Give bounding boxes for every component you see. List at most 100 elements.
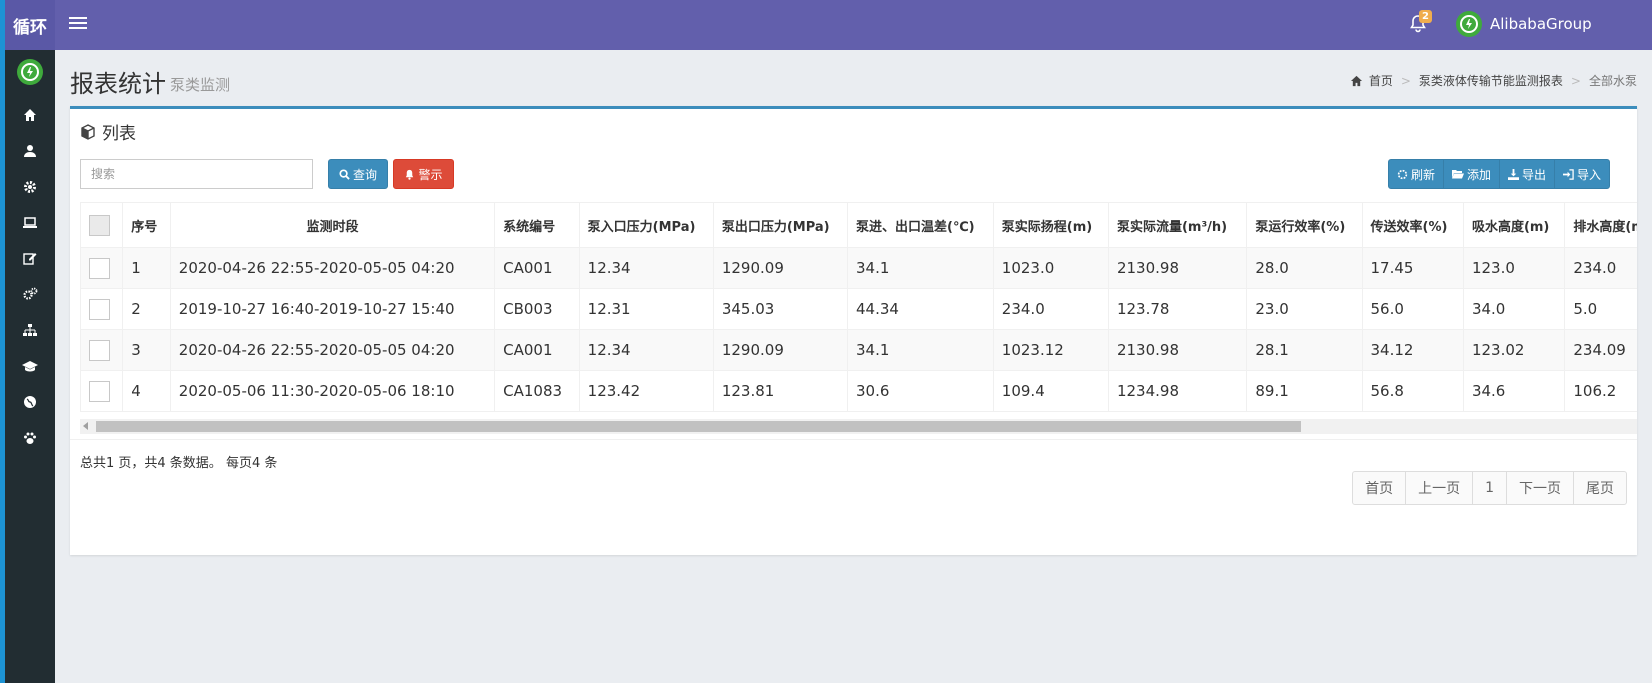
horizontal-scrollbar[interactable] [80, 419, 1637, 434]
cogs-icon[interactable] [5, 279, 55, 309]
graduation-cap-icon[interactable] [5, 351, 55, 381]
bell-icon [406, 169, 414, 180]
download-icon [1508, 168, 1520, 180]
export-button[interactable]: 导出 [1500, 160, 1556, 188]
action-button-group: 刷新 添加 导出 导入 [1388, 159, 1611, 189]
globe-icon[interactable] [5, 387, 55, 417]
table-cell: CB003 [494, 288, 580, 330]
user-name[interactable]: AlibabaGroup [1490, 15, 1592, 33]
row-checkbox[interactable] [89, 380, 110, 402]
table-cell: 28.1 [1246, 329, 1363, 371]
table-cell: 34.1 [847, 329, 994, 371]
table-cell: 23.0 [1246, 288, 1363, 330]
table-cell: 1234.98 [1107, 370, 1248, 412]
column-header[interactable]: 泵出口压力(MPa) [712, 202, 849, 248]
alarm-label: 警示 [418, 167, 443, 182]
next-page-button[interactable]: 下一页 [1507, 472, 1574, 504]
breadcrumb-report[interactable]: 泵类液体传输节能监测报表 [1419, 72, 1563, 89]
cube-icon [81, 123, 95, 140]
column-header[interactable]: 系统编号 [494, 202, 580, 248]
table-cell: 106.2 [1564, 370, 1637, 412]
table-cell: 1023.12 [992, 329, 1109, 371]
table-cell: 34.1 [847, 247, 994, 289]
table-cell: 89.1 [1246, 370, 1363, 412]
table-cell: CA001 [494, 329, 580, 371]
table-cell: 2019-10-27 16:40-2019-10-27 15:40 [169, 288, 496, 330]
add-button[interactable]: 添加 [1444, 160, 1501, 188]
pagination: 首页 上一页 1 下一页 尾页 [1352, 471, 1627, 505]
column-header[interactable]: 监测时段 [169, 202, 496, 248]
table-cell: 5.0 [1564, 288, 1637, 330]
edit-icon[interactable] [5, 243, 55, 273]
column-header[interactable]: 序号 [122, 202, 171, 248]
column-header[interactable]: 吸水高度(m) [1462, 202, 1566, 248]
query-button[interactable]: 查询 [328, 159, 388, 189]
column-header[interactable]: 泵进、出口温差(℃) [847, 202, 994, 248]
table-cell: 34.0 [1462, 288, 1566, 330]
last-page-button[interactable]: 尾页 [1574, 472, 1626, 504]
table-row[interactable]: 4 2020-05-06 11:30-2020-05-06 18:10 CA10… [80, 370, 1637, 412]
table-cell: 2130.98 [1107, 247, 1248, 289]
column-header[interactable]: 泵实际扬程(m) [992, 202, 1109, 248]
column-header[interactable]: 传送效率(%) [1361, 202, 1464, 248]
refresh-label: 刷新 [1411, 167, 1436, 182]
row-checkbox[interactable] [89, 257, 110, 279]
breadcrumb: 首页 > 泵类液体传输节能监测报表 > 全部水泵 [1350, 72, 1637, 89]
scrollbar-thumb[interactable] [96, 421, 1301, 432]
table-cell: 2020-04-26 22:55-2020-05-05 04:20 [169, 329, 496, 371]
table-cell: 2130.98 [1107, 329, 1248, 371]
alarm-button[interactable]: 警示 [393, 159, 454, 189]
table-cell: 123.0 [1462, 247, 1566, 289]
import-label: 导入 [1577, 167, 1602, 182]
table-row[interactable]: 2 2019-10-27 16:40-2019-10-27 15:40 CB00… [80, 288, 1637, 330]
menu-toggle-button[interactable] [69, 14, 87, 34]
brand-logo[interactable]: 循环 [5, 0, 55, 50]
add-label: 添加 [1467, 167, 1492, 182]
search-icon [339, 168, 350, 180]
column-header[interactable]: 泵入口压力(MPa) [578, 202, 714, 248]
table-cell: 1290.09 [712, 329, 849, 371]
first-page-button[interactable]: 首页 [1353, 472, 1407, 504]
scroll-left-arrow-icon[interactable] [83, 422, 88, 430]
pagination-summary: 总共1 页，共4 条数据。 每页4 条 [80, 456, 278, 471]
laptop-icon[interactable] [5, 207, 55, 237]
logo-icon[interactable] [16, 58, 44, 86]
breadcrumb-home[interactable]: 首页 [1369, 72, 1393, 89]
table-cell: 28.0 [1246, 247, 1363, 289]
gear-icon[interactable] [5, 172, 55, 202]
column-header[interactable]: 泵实际流量(m³/h) [1107, 202, 1248, 248]
sitemap-icon[interactable] [5, 315, 55, 345]
table-row[interactable]: 3 2020-04-26 22:55-2020-05-05 04:20 CA00… [80, 329, 1637, 371]
table-cell: 56.0 [1361, 288, 1464, 330]
table-cell: 12.31 [578, 288, 714, 330]
table-cell: 44.34 [847, 288, 994, 330]
table-row[interactable]: 1 2020-04-26 22:55-2020-05-05 04:20 CA00… [80, 247, 1637, 289]
home-icon[interactable] [5, 100, 55, 130]
breadcrumb-separator: > [1400, 73, 1411, 88]
table-cell: 1023.0 [992, 247, 1109, 289]
row-checkbox[interactable] [89, 298, 110, 320]
table-cell: 2 [122, 288, 171, 330]
sidebar [5, 50, 55, 683]
row-checkbox[interactable] [89, 339, 110, 361]
table-cell: 56.8 [1361, 370, 1464, 412]
user-avatar-icon[interactable] [1455, 10, 1483, 38]
list-box: 列表 查询 警示 刷新 添加 导出 导入 [70, 106, 1637, 555]
column-header[interactable]: 泵运行效率(%) [1246, 202, 1363, 248]
page-number-button[interactable]: 1 [1473, 472, 1507, 504]
search-input[interactable] [80, 159, 313, 189]
paw-icon[interactable] [5, 423, 55, 453]
select-all-checkbox[interactable] [89, 214, 110, 236]
refresh-button[interactable]: 刷新 [1389, 160, 1445, 188]
table-cell: 30.6 [847, 370, 994, 412]
prev-page-button[interactable]: 上一页 [1406, 472, 1474, 504]
export-label: 导出 [1522, 167, 1547, 182]
import-button[interactable]: 导入 [1555, 160, 1609, 188]
column-header[interactable]: 排水高度(m) [1564, 202, 1637, 248]
box-header: 列表 [80, 119, 136, 144]
table-cell: 4 [122, 370, 171, 412]
data-table: 序号 监测时段 系统编号 泵入口压力(MPa) 泵出口压力(MPa) 泵进、出口… [80, 202, 1637, 412]
table-cell: 123.02 [1462, 329, 1566, 371]
table-cell: CA001 [494, 247, 580, 289]
user-icon[interactable] [5, 136, 55, 166]
